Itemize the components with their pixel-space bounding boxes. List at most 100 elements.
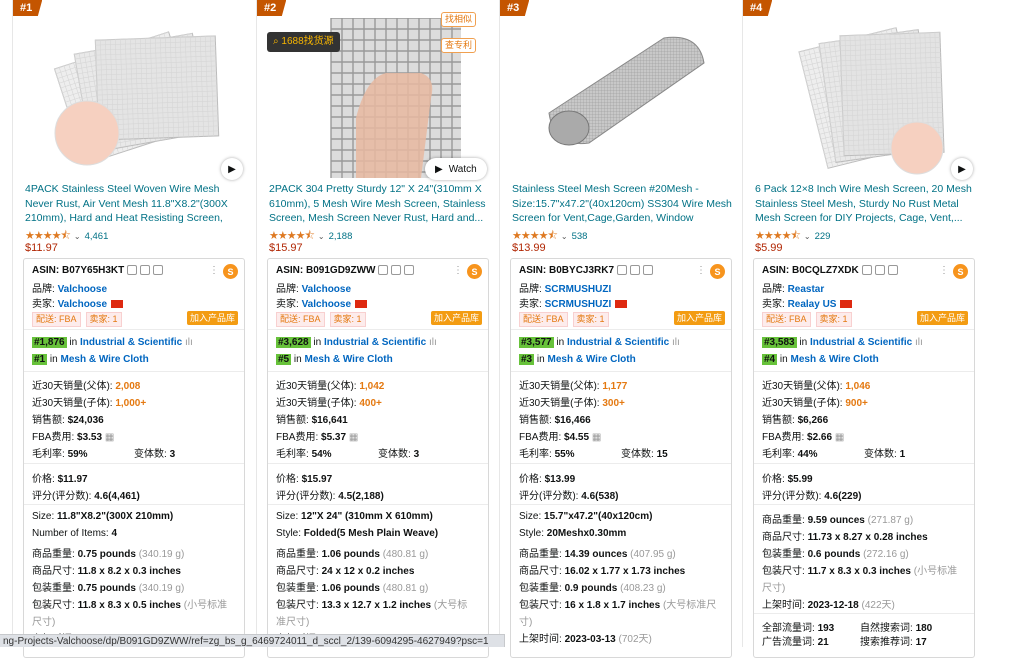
external-link-icon[interactable] xyxy=(153,265,164,276)
fba-row: FBA费用: $2.66 ▦ xyxy=(762,432,845,443)
divider xyxy=(24,463,244,464)
traffic-ad-row: 广告流量词: 21 xyxy=(762,637,829,648)
product-image[interactable] xyxy=(514,18,719,178)
seller-sprite-logo-icon[interactable]: S xyxy=(953,264,968,279)
bsr-sub-category-link[interactable]: Mesh & Wire Cloth xyxy=(60,354,148,365)
divider xyxy=(511,371,731,372)
brand-link[interactable]: Valchoose xyxy=(58,284,107,295)
location-icon[interactable] xyxy=(140,265,151,276)
divider xyxy=(754,613,974,614)
chart-icon[interactable]: ılı xyxy=(672,337,680,348)
copy-icon[interactable] xyxy=(861,265,872,276)
external-link-icon[interactable] xyxy=(404,265,415,276)
seller-link[interactable]: Valchoose xyxy=(58,299,107,310)
find-source-button[interactable]: ⌕ 1688找货源 xyxy=(267,32,340,52)
seller-row: 卖家: Valchoose xyxy=(276,295,368,310)
more-icon[interactable]: ⋮ xyxy=(453,265,463,276)
find-similar-button[interactable]: 找相似 xyxy=(441,12,477,27)
bsr-main-category-link[interactable]: Industrial & Scientific xyxy=(324,337,426,348)
more-icon[interactable]: ⋮ xyxy=(696,265,706,276)
seller-link[interactable]: SCRMUSHUZI xyxy=(545,299,612,310)
bsr-main-category-link[interactable]: Industrial & Scientific xyxy=(810,337,912,348)
product-title[interactable]: 6 Pack 12×8 Inch Wire Mesh Screen, 20 Me… xyxy=(755,182,975,226)
bsr-sub-category-link[interactable]: Mesh & Wire Cloth xyxy=(547,354,635,365)
price: $13.99 xyxy=(512,242,546,254)
more-icon[interactable]: ⋮ xyxy=(939,265,949,276)
location-icon[interactable] xyxy=(391,265,402,276)
location-icon[interactable] xyxy=(874,265,885,276)
seller-sprite-logo-icon[interactable]: S xyxy=(710,264,725,279)
asin-value[interactable]: B07Y65H3KT xyxy=(62,265,124,276)
price: $11.97 xyxy=(25,242,58,254)
bsr-main-category-link[interactable]: Industrial & Scientific xyxy=(80,337,182,348)
asin-value[interactable]: B091GD9ZWW xyxy=(306,265,375,276)
traffic-natural-row: 自然搜索词: 180 xyxy=(860,623,933,634)
margin-row: 毛利率: 59% xyxy=(32,449,88,460)
variants-row: 变体数: 3 xyxy=(134,449,176,460)
copy-icon[interactable] xyxy=(378,265,389,276)
product-title[interactable]: 4PACK Stainless Steel Woven Wire Mesh Ne… xyxy=(25,182,245,226)
review-count[interactable]: 538 xyxy=(572,231,588,242)
review-count[interactable]: 2,188 xyxy=(329,231,353,242)
add-to-library-button[interactable]: 加入产品库 xyxy=(673,311,725,325)
seller-sprite-logo-icon[interactable]: S xyxy=(223,264,238,279)
rating-row: 评分(评分数): 4.5(2,188) xyxy=(276,491,384,502)
seller-sprite-logo-icon[interactable]: S xyxy=(467,264,482,279)
play-icon[interactable]: ▶ xyxy=(951,158,973,180)
add-to-library-button[interactable]: 加入产品库 xyxy=(186,311,238,325)
product-image[interactable] xyxy=(757,18,962,178)
external-link-icon[interactable] xyxy=(887,265,898,276)
copy-icon[interactable] xyxy=(127,265,138,276)
product-title[interactable]: Stainless Steel Mesh Screen #20Mesh - Si… xyxy=(512,182,732,226)
location-icon[interactable] xyxy=(630,265,641,276)
ship-tag: 配送: FBA xyxy=(519,312,568,327)
bsr-main-category-link[interactable]: Industrial & Scientific xyxy=(567,337,669,348)
bsr-main-rank: #1,876 xyxy=(32,337,67,348)
calculator-icon[interactable]: ▦ xyxy=(592,432,601,443)
calculator-icon[interactable]: ▦ xyxy=(349,432,358,443)
review-count[interactable]: 229 xyxy=(815,231,831,242)
status-bar-url: ng-Projects-Valchoose/dp/B091GD9ZWW/ref=… xyxy=(0,634,505,647)
review-count[interactable]: 4,461 xyxy=(85,231,109,242)
bsr-main-rank: #3,628 xyxy=(276,337,311,348)
play-icon[interactable]: ▶ xyxy=(221,158,243,180)
attribute-row: 商品尺寸: 16.02 x 1.77 x 1.73 inches xyxy=(519,566,686,577)
sales-child-row: 近30天销量(子体): 1,000+ xyxy=(32,398,147,409)
revenue-row: 销售额: $6,266 xyxy=(762,415,829,426)
sellers-tag: 卖家: 1 xyxy=(815,312,852,327)
product-info-panel: ASIN: B091GD9ZWW ⋮ S 品牌: Valchoose 卖家: Valch… xyxy=(267,258,489,658)
seller-link[interactable]: Realay US xyxy=(788,299,837,310)
rating-row: 评分(评分数): 4.6(4,461) xyxy=(32,491,140,502)
product-image[interactable] xyxy=(27,18,232,178)
asin-value[interactable]: B0BYCJ3RK7 xyxy=(549,265,614,276)
add-to-library-button[interactable]: 加入产品库 xyxy=(916,311,968,325)
brand-link[interactable]: Valchoose xyxy=(302,284,351,295)
chart-icon[interactable]: ılı xyxy=(429,337,437,348)
more-icon[interactable]: ⋮ xyxy=(209,265,219,276)
check-patent-button[interactable]: 查专利 xyxy=(441,38,477,53)
calculator-icon[interactable]: ▦ xyxy=(835,432,844,443)
calculator-icon[interactable]: ▦ xyxy=(105,432,114,443)
seller-link[interactable]: Valchoose xyxy=(302,299,351,310)
brand-link[interactable]: SCRMUSHUZI xyxy=(545,284,612,295)
chart-icon[interactable]: ılı xyxy=(185,337,193,348)
sales-child-row: 近30天销量(子体): 300+ xyxy=(519,398,625,409)
add-to-library-button[interactable]: 加入产品库 xyxy=(430,311,482,325)
bsr-main-rank: #3,583 xyxy=(762,337,797,348)
copy-icon[interactable] xyxy=(617,265,628,276)
bsr-sub-category-link[interactable]: Mesh & Wire Cloth xyxy=(790,354,878,365)
rank-badge: #2 xyxy=(257,0,287,16)
product-title[interactable]: 2PACK 304 Pretty Sturdy 12" X 24"(310mm … xyxy=(269,182,489,226)
margin-row: 毛利率: 55% xyxy=(519,449,575,460)
divider xyxy=(268,463,488,464)
bsr-sub-category-link[interactable]: Mesh & Wire Cloth xyxy=(304,354,392,365)
brand-link[interactable]: Reastar xyxy=(788,284,825,295)
asin-value[interactable]: B0CQLZ7XDK xyxy=(792,265,859,276)
chart-icon[interactable]: ılı xyxy=(915,337,923,348)
external-link-icon[interactable] xyxy=(643,265,654,276)
divider xyxy=(268,371,488,372)
watch-video-button[interactable]: ▶ Watch xyxy=(425,158,487,180)
bsr-main-row: #3,577 in Industrial & Scientific ılı xyxy=(519,337,680,348)
attribute-row: 商品尺寸: 11.73 x 8.27 x 0.28 inches xyxy=(762,532,928,543)
attribute-row: 商品重量: 14.39 ounces (407.95 g) xyxy=(519,549,676,560)
